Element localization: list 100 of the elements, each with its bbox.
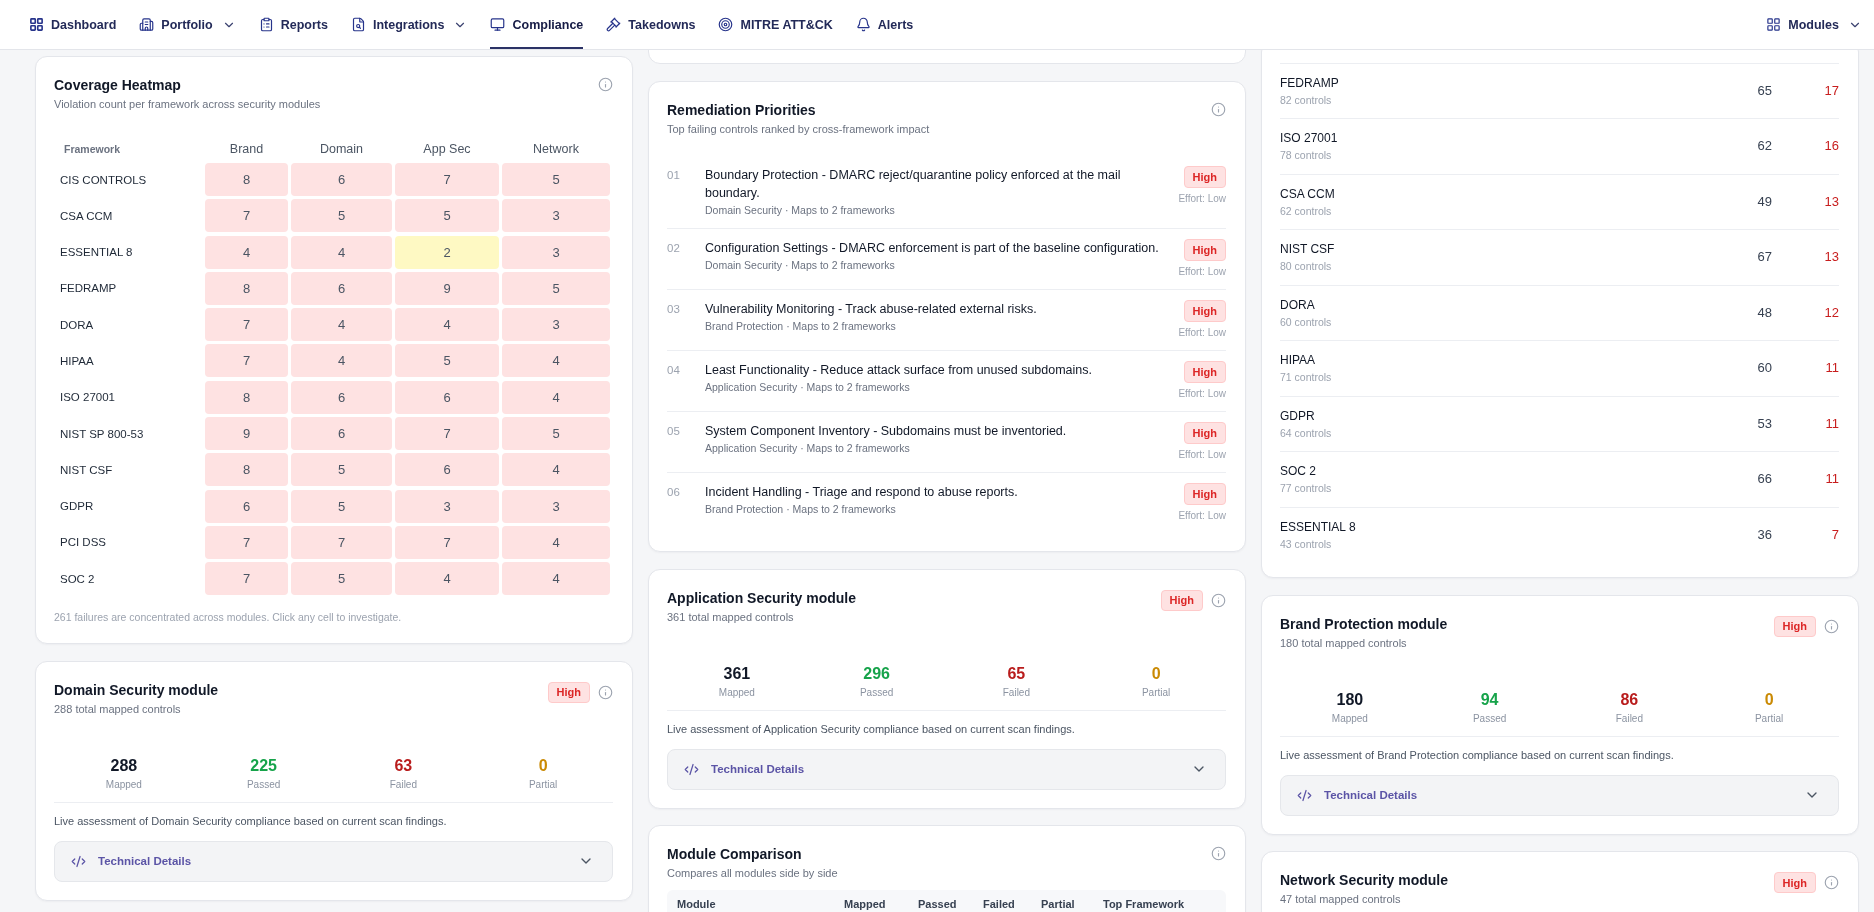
heatmap-cell[interactable]: 4 <box>291 308 392 342</box>
heatmap-cell[interactable]: 4 <box>502 453 610 487</box>
stat-label: Failed <box>1615 711 1643 726</box>
heatmap-cell[interactable]: 5 <box>291 453 392 487</box>
heatmap-cell[interactable]: 4 <box>395 562 499 596</box>
details-toggle[interactable]: Technical Details <box>1280 774 1839 816</box>
heatmap-cell[interactable]: 6 <box>205 489 288 523</box>
heatmap-cell[interactable]: 6 <box>291 380 392 414</box>
modules-menu-button[interactable]: Modules <box>1766 0 1862 49</box>
footnote-text: 261 failures are concentrated across modules. Click any cell to investigate. <box>54 610 403 626</box>
heatmap-cell[interactable]: 7 <box>205 344 288 378</box>
heatmap-cell[interactable]: 4 <box>291 344 392 378</box>
heatmap-cell[interactable]: 4 <box>395 308 499 342</box>
heatmap-cell[interactable]: 7 <box>395 525 499 559</box>
heatmap-cell[interactable]: 7 <box>291 525 392 559</box>
table-cell: 13 <box>1824 248 1839 266</box>
table-cell: 66 <box>1757 470 1772 488</box>
card-subtitle: 180 total mapped controls <box>1280 635 1407 651</box>
heatmap-cell[interactable]: 6 <box>291 417 392 451</box>
heatmap-cell[interactable]: 5 <box>502 271 610 305</box>
heatmap-cell[interactable]: 5 <box>395 199 499 233</box>
heatmap-cell[interactable]: 5 <box>291 489 392 523</box>
heatmap-cell[interactable]: 3 <box>502 199 610 233</box>
heatmap-cell[interactable]: 4 <box>502 525 610 559</box>
framework-name: SOC 2 <box>1280 463 1316 480</box>
heatmap-cell[interactable]: 3 <box>502 308 610 342</box>
heatmap-cell[interactable]: 7 <box>205 308 288 342</box>
info-icon[interactable] <box>1824 618 1839 634</box>
nav-tab[interactable]: Alerts <box>855 0 914 49</box>
heatmap-cell[interactable]: 5 <box>502 417 610 451</box>
card-subtitle: Top failing controls ranked by cross-framework impact <box>667 121 930 137</box>
framework-name: DORA <box>1280 296 1315 314</box>
card-title: Coverage Heatmap <box>54 76 181 95</box>
heatmap-cell[interactable]: 4 <box>205 235 288 269</box>
heatmap-cell[interactable]: 7 <box>395 417 499 451</box>
grid-icon <box>29 17 44 32</box>
heatmap-cell[interactable]: 9 <box>395 271 499 305</box>
heatmap-cell[interactable]: 4 <box>502 344 610 378</box>
heatmap-cell[interactable]: 7 <box>205 562 288 596</box>
rank-number: 02 <box>667 241 680 256</box>
code-icon <box>1297 787 1312 803</box>
info-icon[interactable] <box>1211 846 1226 861</box>
framework-name: ISO 27001 <box>1280 130 1338 147</box>
heatmap-cell[interactable]: 4 <box>291 235 392 269</box>
nav-tab[interactable]: Compliance <box>490 0 584 49</box>
column-header: Framework <box>64 142 121 157</box>
info-icon[interactable] <box>1824 875 1839 890</box>
controls-count: 82 controls <box>1280 92 1332 108</box>
nav-tab[interactable]: Portfolio <box>139 0 236 49</box>
severity-badge: High <box>1773 615 1816 637</box>
details-toggle[interactable]: Technical Details <box>667 748 1226 790</box>
heatmap-cell[interactable]: 8 <box>205 271 288 305</box>
info-icon[interactable] <box>598 77 613 92</box>
details-toggle[interactable]: Technical Details <box>54 840 613 882</box>
stat-label: Mapped <box>718 685 755 700</box>
card-title: Application Security module <box>667 588 857 608</box>
framework-label: CSA CCM <box>60 208 113 224</box>
heatmap-cell[interactable]: 5 <box>502 163 610 196</box>
heatmap-cell[interactable]: 6 <box>395 453 499 487</box>
heatmap-cell[interactable]: 4 <box>502 380 610 414</box>
heatmap-cell[interactable]: 3 <box>502 235 610 269</box>
info-icon[interactable] <box>1211 101 1226 117</box>
heatmap-cell[interactable]: 3 <box>502 489 610 523</box>
heatmap-cell[interactable]: 8 <box>205 163 288 196</box>
severity-badge: High <box>1183 239 1226 261</box>
heatmap-cell[interactable]: 5 <box>291 562 392 596</box>
table-cell: 62 <box>1757 137 1772 155</box>
card-title: Brand Protection module <box>1280 614 1448 634</box>
heatmap-cell[interactable]: 7 <box>205 525 288 559</box>
control-meta: Domain Security · Maps to 2 frameworks <box>705 203 895 218</box>
stat-value: 0 <box>538 755 548 776</box>
heatmap-cell[interactable]: 8 <box>205 453 288 487</box>
heatmap-cell[interactable]: 5 <box>395 344 499 378</box>
nav-tab[interactable]: Dashboard <box>29 0 117 49</box>
framework-label: DORA <box>60 317 94 333</box>
heatmap-cell[interactable]: 4 <box>502 562 610 596</box>
heatmap-cell[interactable]: 7 <box>205 199 288 233</box>
heatmap-cell[interactable]: 5 <box>291 199 392 233</box>
column-header: Failed <box>983 898 1015 910</box>
heatmap-cell[interactable]: 8 <box>205 380 288 414</box>
heatmap-cell[interactable]: 3 <box>395 489 499 523</box>
info-icon[interactable] <box>1211 592 1226 608</box>
card-subtitle: 47 total mapped controls <box>1280 892 1401 907</box>
heatmap-cell[interactable]: 6 <box>395 380 499 414</box>
heatmap-cell[interactable]: 2 <box>395 235 499 269</box>
nav-tab[interactable]: MITRE ATT&CK <box>718 0 833 49</box>
controls-count: 64 controls <box>1280 425 1332 441</box>
nav-tab[interactable]: Integrations <box>350 0 468 49</box>
heatmap-cell[interactable]: 7 <box>395 163 499 196</box>
nav-tab[interactable]: Takedowns <box>606 0 696 49</box>
heatmap-cell[interactable]: 9 <box>205 417 288 451</box>
table-cell: 13 <box>1824 192 1839 211</box>
heatmap-cell[interactable]: 6 <box>291 271 392 305</box>
control-meta: Brand Protection · Maps to 2 frameworks <box>705 502 896 517</box>
nav-tab[interactable]: Reports <box>258 0 328 49</box>
heatmap-cell[interactable]: 6 <box>291 163 392 196</box>
stat-value: 65 <box>1007 663 1026 684</box>
column-header: Mapped <box>844 898 886 910</box>
control-title: Configuration Settings - DMARC enforcement is part of the baseline configuration. <box>705 240 1159 257</box>
info-icon[interactable] <box>598 684 613 700</box>
